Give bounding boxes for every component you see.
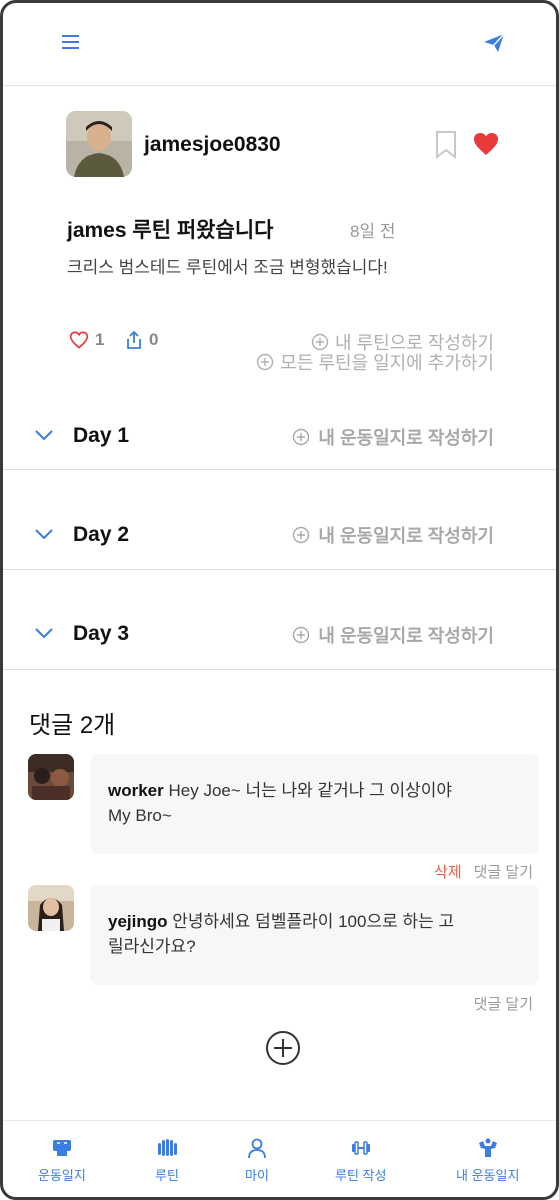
share-icon <box>127 330 141 349</box>
comment-actions: 댓글 달기 <box>474 993 533 1014</box>
delete-comment-link[interactable]: 삭제 <box>434 861 462 882</box>
day-2-label[interactable]: Day 2 <box>73 523 129 547</box>
dumbbell-icon <box>351 1141 370 1155</box>
chevron-down-icon[interactable] <box>34 527 54 541</box>
comment-text-continued: My Bro~ <box>108 806 172 825</box>
nav-my-workout-log[interactable]: 내 운동일지 <box>456 1137 519 1184</box>
chevron-down-icon[interactable] <box>34 626 54 640</box>
comment-bubble: yejingo 안녕하세요 덤벨플라이 100으로 하는 고 릴라신가요? <box>90 885 539 985</box>
nav-workout-log[interactable]: 운동일지 <box>38 1137 86 1184</box>
day-2-write-log-link[interactable]: 내 운동일지로 작성하기 <box>292 522 494 548</box>
plus-circle-icon <box>293 626 310 644</box>
day-1-label[interactable]: Day 1 <box>73 424 129 448</box>
like-count: 1 <box>95 330 105 349</box>
app-screen: jamesjoe0830 james 루틴 퍼왔습니다 8일 전 크리스 범스테… <box>0 0 559 1200</box>
post-time-ago: 8일 전 <box>350 222 396 241</box>
share-stat[interactable]: 0 <box>125 330 158 350</box>
day-1-write-log-link[interactable]: 내 운동일지로 작성하기 <box>292 424 494 450</box>
comment-author[interactable]: yejingo <box>108 912 168 931</box>
bookmark-icon[interactable] <box>434 130 458 160</box>
heart-outline-icon <box>69 331 89 349</box>
heart-filled-icon[interactable] <box>472 131 500 157</box>
nav-my[interactable]: 마이 <box>245 1137 269 1184</box>
like-stat[interactable]: 1 <box>69 330 104 350</box>
routine-title: james 루틴 퍼왔습니다 <box>67 219 274 242</box>
commenter-avatar[interactable] <box>28 754 74 800</box>
top-bar <box>3 3 556 86</box>
person-icon <box>248 1138 266 1159</box>
plus-circle-icon <box>293 428 310 446</box>
comment-text-continued: 릴라신가요? <box>108 937 196 956</box>
reply-comment-link[interactable]: 댓글 달기 <box>474 993 533 1014</box>
hamburger-menu-icon[interactable] <box>59 31 83 53</box>
routine-description: 크리스 범스테드 루틴에서 조금 변형했습니다! <box>67 258 388 277</box>
chevron-down-icon[interactable] <box>34 428 54 442</box>
day-row-3 <box>3 570 556 670</box>
comment-bubble: worker Hey Joe~ 너는 나와 같거나 그 이상이야 My Bro~ <box>90 754 539 854</box>
plus-circle-icon <box>257 353 274 371</box>
nav-write-routine-label: 루틴 작성 <box>335 1168 387 1183</box>
day-3-label[interactable]: Day 3 <box>73 622 129 646</box>
author-avatar[interactable] <box>66 111 132 177</box>
nav-workout-log-label: 운동일지 <box>38 1168 86 1183</box>
day-2-write-log-label: 내 운동일지로 작성하기 <box>318 526 494 546</box>
day-1-write-log-label: 내 운동일지로 작성하기 <box>318 428 494 448</box>
nav-routine[interactable]: 루틴 <box>155 1137 179 1184</box>
nav-my-workout-log-label: 내 운동일지 <box>456 1168 520 1183</box>
comment-actions: 삭제 댓글 달기 <box>434 861 533 882</box>
nav-routine-label: 루틴 <box>155 1168 179 1183</box>
bottom-navigation: 운동일지 루틴 마이 루틴 작성 내 운동일지 <box>3 1120 556 1197</box>
day-row-1 <box>3 370 556 470</box>
comments-title: 댓글 2개 <box>29 712 116 739</box>
share-count: 0 <box>149 330 159 349</box>
comment-author[interactable]: worker <box>108 781 164 800</box>
add-comment-plus-icon[interactable] <box>265 1030 301 1066</box>
nav-my-label: 마이 <box>245 1168 269 1183</box>
paper-plane-icon[interactable] <box>481 30 507 56</box>
routine-icon <box>157 1139 177 1156</box>
day-3-write-log-label: 내 운동일지로 작성하기 <box>318 626 494 646</box>
muscle-icon <box>478 1138 497 1157</box>
comment-text: Hey Joe~ 너는 나와 같거나 그 이상이야 <box>168 781 453 800</box>
commenter-avatar[interactable] <box>28 885 74 931</box>
workout-log-icon <box>52 1140 71 1156</box>
day-row-2 <box>3 470 556 570</box>
nav-write-routine[interactable]: 루틴 작성 <box>335 1137 386 1184</box>
reply-comment-link[interactable]: 댓글 달기 <box>474 861 533 882</box>
author-username[interactable]: jamesjoe0830 <box>144 133 281 157</box>
day-3-write-log-link[interactable]: 내 운동일지로 작성하기 <box>292 622 494 648</box>
plus-circle-icon <box>293 526 310 544</box>
comment-text: 안녕하세요 덤벨플라이 100으로 하는 고 <box>172 912 455 931</box>
